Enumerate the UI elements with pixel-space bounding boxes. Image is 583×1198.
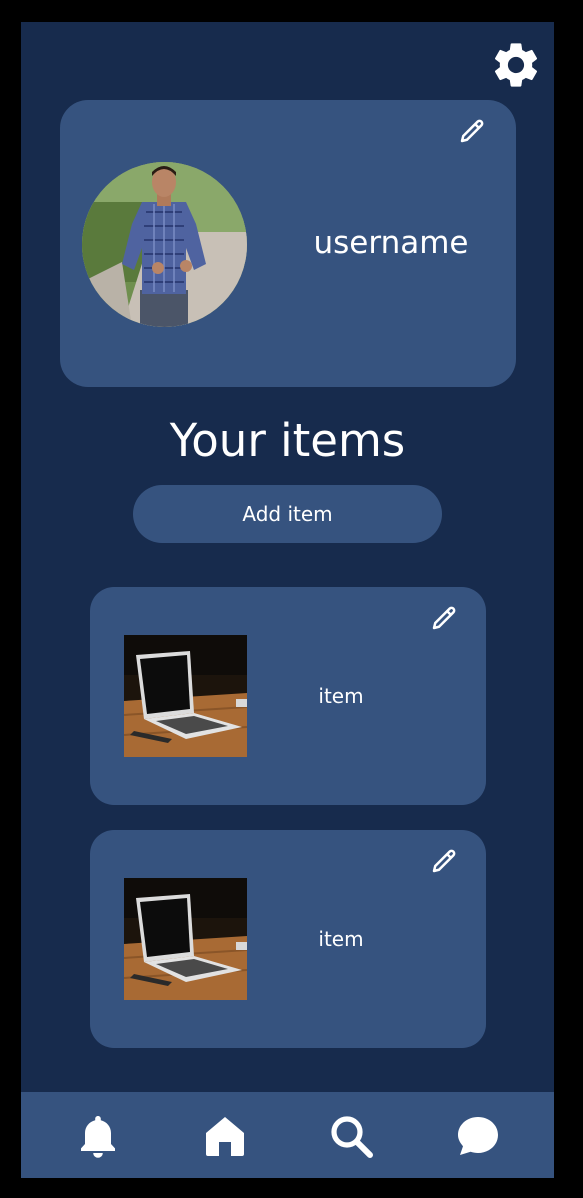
profile-photo: [82, 162, 247, 327]
app-screen: username Your items Add item item item: [21, 22, 554, 1178]
username-label: username: [313, 225, 469, 261]
laptop-photo: [124, 878, 247, 1000]
item-thumbnail: [124, 635, 247, 757]
settings-button[interactable]: [489, 38, 543, 92]
bottom-nav: [21, 1092, 554, 1178]
bell-icon: [81, 1116, 115, 1158]
edit-profile-button[interactable]: [457, 116, 487, 146]
item-card[interactable]: item: [90, 587, 486, 805]
item-card[interactable]: item: [90, 830, 486, 1048]
nav-search[interactable]: [327, 1112, 375, 1160]
profile-card: username: [60, 100, 516, 387]
gear-icon: [494, 43, 538, 87]
item-label: item: [318, 684, 364, 708]
pencil-icon: [460, 119, 484, 143]
nav-messages[interactable]: [454, 1112, 502, 1160]
search-icon: [331, 1116, 373, 1158]
avatar: [82, 162, 247, 327]
section-title: Your items: [169, 414, 406, 467]
edit-item-button[interactable]: [429, 603, 459, 633]
item-thumbnail: [124, 878, 247, 1000]
add-item-button[interactable]: Add item: [133, 485, 442, 543]
edit-item-button[interactable]: [429, 846, 459, 876]
nav-notifications[interactable]: [74, 1112, 122, 1160]
pencil-icon: [432, 606, 456, 630]
item-label: item: [318, 927, 364, 951]
pencil-icon: [432, 849, 456, 873]
nav-home[interactable]: [201, 1112, 249, 1160]
home-icon: [206, 1117, 244, 1156]
chat-icon: [458, 1117, 498, 1155]
laptop-photo: [124, 635, 247, 757]
